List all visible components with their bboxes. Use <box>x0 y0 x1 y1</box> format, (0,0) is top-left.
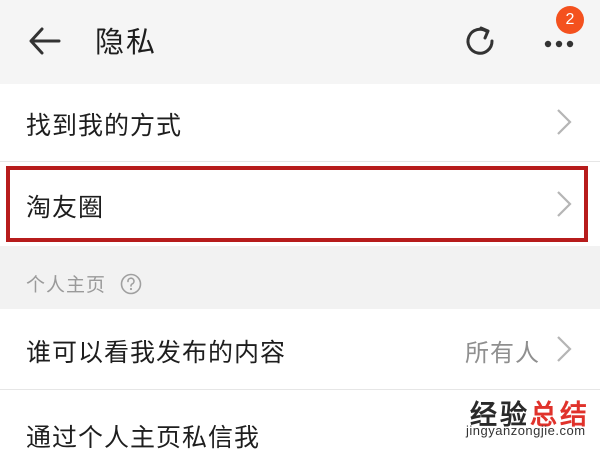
page-title: 隐私 <box>95 25 158 59</box>
row-label: 淘友圈 <box>26 193 105 222</box>
watermark: 经验总结 jingyanzongjie.com <box>460 393 600 450</box>
refresh-icon <box>466 26 494 55</box>
row-label: 找到我的方式 <box>26 111 183 140</box>
settings-row-find-me[interactable]: 找到我的方式 <box>0 84 600 161</box>
chevron-right-icon <box>557 191 572 217</box>
more-button[interactable]: 2 <box>540 6 588 62</box>
back-button[interactable] <box>28 26 62 56</box>
question-circle-icon[interactable] <box>120 273 142 295</box>
chevron-right-icon <box>557 109 572 135</box>
section-header-profile: 个人主页 <box>26 274 107 296</box>
refresh-button[interactable] <box>461 22 499 60</box>
settings-row-who-can-view[interactable]: 谁可以看我发布的内容 所有人 <box>0 309 600 389</box>
notification-badge: 2 <box>556 6 584 34</box>
watermark-url: jingyanzongjie.com <box>466 423 586 438</box>
more-dots-icon <box>544 40 574 48</box>
arrow-left-icon <box>29 27 61 55</box>
row-label: 谁可以看我发布的内容 <box>26 338 287 367</box>
row-label: 通过个人主页私信我 <box>26 423 261 450</box>
settings-row-taoyouquan[interactable]: 淘友圈 <box>0 162 600 246</box>
top-bar: 隐私 2 <box>0 0 600 84</box>
row-value: 所有人 <box>465 339 540 367</box>
chevron-right-icon <box>557 336 572 362</box>
